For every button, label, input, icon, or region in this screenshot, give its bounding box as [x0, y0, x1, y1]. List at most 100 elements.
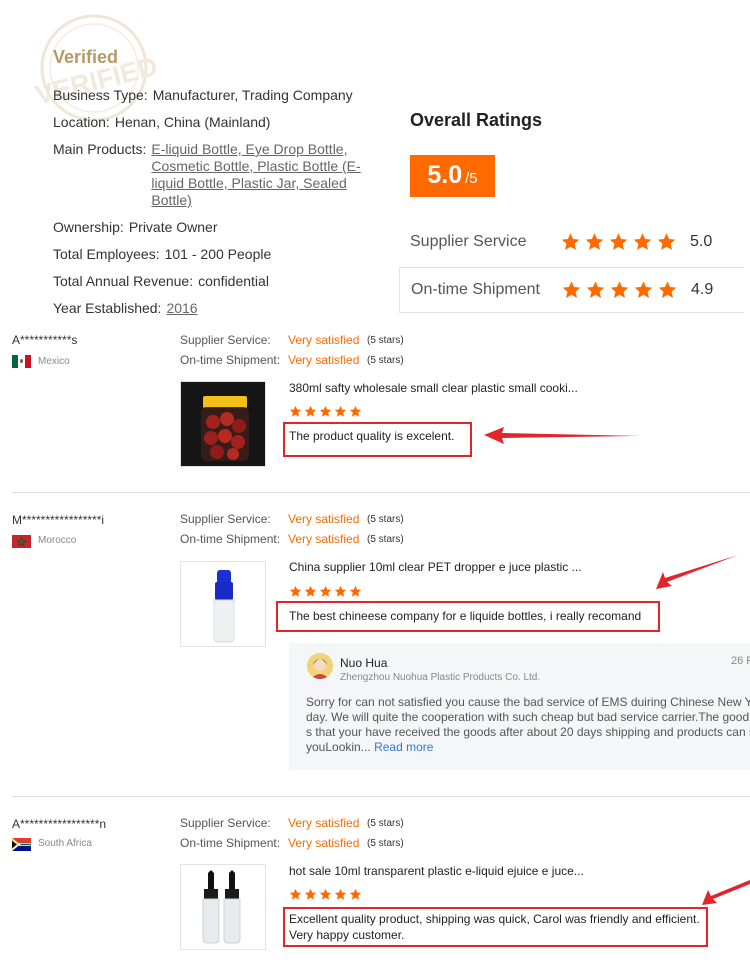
south-africa-flag-icon	[12, 838, 31, 851]
star-icon	[334, 585, 347, 598]
star-icon	[319, 585, 332, 598]
read-more-link[interactable]: Read more	[374, 740, 433, 754]
morocco-flag-icon	[12, 535, 31, 548]
star-icon	[304, 405, 317, 418]
ownership-row: Ownership: Private Owner	[53, 219, 218, 236]
rating-stars	[561, 280, 678, 300]
employees-row: Total Employees: 101 - 200 People	[53, 246, 271, 263]
product-link[interactable]: E-liquid Bottle,	[151, 141, 241, 157]
product-title-link[interactable]: China supplier 10ml clear PET dropper e …	[289, 560, 582, 574]
location-row: Location: Henan, China (Mainland)	[53, 114, 270, 131]
business-type-row: Business Type: Manufacturer, Trading Com…	[53, 87, 353, 104]
supplier-service-value: Very satisfied	[288, 333, 360, 347]
shipment-label: On-time Shipment:	[180, 836, 281, 850]
mexico-flag-icon	[12, 355, 31, 368]
product-thumbnail[interactable]	[180, 561, 266, 647]
product-thumbnail[interactable]	[180, 381, 266, 467]
shipment-label: On-time Shipment:	[180, 353, 281, 367]
reply-date: 26 F	[731, 655, 750, 667]
star-icon	[304, 888, 317, 901]
supplier-service-label: Supplier Service:	[180, 816, 271, 830]
arrow-icon	[702, 880, 750, 905]
star-icon	[289, 585, 302, 598]
review-comment: The product quality is excelent.	[289, 429, 455, 443]
rating-row-supplier-service: Supplier Service 5.0	[399, 219, 744, 265]
star-icon	[608, 232, 629, 252]
product-title-link[interactable]: hot sale 10ml transparent plastic e-liqu…	[289, 864, 584, 878]
shipment-stars: (5 stars)	[367, 355, 404, 366]
star-icon	[304, 585, 317, 598]
overall-score-max: /5	[465, 170, 478, 187]
product-thumbnail[interactable]	[180, 864, 266, 950]
supplier-service-label: Supplier Service:	[180, 512, 271, 526]
established-label: Year Established:	[53, 300, 162, 316]
star-icon	[319, 405, 332, 418]
overall-score: 5.0	[427, 161, 463, 189]
reply-company: Zhengzhou Nuohua Plastic Products Co. Lt…	[340, 672, 541, 683]
location-label: Location:	[53, 114, 110, 130]
supplier-service-stars: (5 stars)	[367, 818, 404, 829]
reply-body: Sorry for can not satisfied you cause th…	[306, 695, 750, 754]
shipment-label: On-time Shipment:	[180, 532, 281, 546]
star-icon	[585, 280, 606, 300]
review-stars	[289, 585, 362, 598]
established-row: Year Established: 2016	[53, 300, 198, 317]
rating-label: Supplier Service	[410, 233, 527, 250]
buyer-country: Mexico	[38, 356, 70, 367]
review-comment: Excellent quality product, shipping was …	[289, 911, 700, 943]
star-icon	[349, 405, 362, 418]
arrow-icon	[484, 427, 640, 444]
supplier-service-label: Supplier Service:	[180, 333, 271, 347]
reply-text: Sorry for can not satisfied you cause th…	[306, 695, 750, 755]
revenue-value: confidential	[198, 273, 269, 289]
review-divider	[12, 796, 750, 797]
rating-stars	[560, 232, 677, 252]
star-icon	[561, 280, 582, 300]
shipment-stars: (5 stars)	[367, 838, 404, 849]
star-icon	[349, 888, 362, 901]
verified-watermark: VERIFIED	[27, 12, 162, 124]
buyer-country: Morocco	[38, 535, 77, 546]
star-icon	[349, 585, 362, 598]
supplier-service-stars: (5 stars)	[367, 335, 404, 346]
buyer-name: M*****************i	[12, 513, 105, 527]
star-icon	[334, 888, 347, 901]
star-icon	[560, 232, 581, 252]
product-link[interactable]: Cosmetic Bottle,	[151, 158, 253, 174]
business-type-label: Business Type:	[53, 87, 148, 103]
star-icon	[632, 232, 653, 252]
ownership-label: Ownership:	[53, 219, 124, 235]
employees-label: Total Employees:	[53, 246, 160, 262]
revenue-label: Total Annual Revenue:	[53, 273, 194, 289]
star-icon	[656, 232, 677, 252]
review-stars	[289, 405, 362, 418]
verified-title: Verified	[53, 47, 119, 67]
supplier-service-value: Very satisfied	[288, 512, 360, 526]
star-icon	[584, 232, 605, 252]
main-products-row: Main Products: E-liquid Bottle, Eye Drop…	[53, 141, 366, 209]
comment-line: Very happy customer.	[289, 928, 405, 942]
overall-score-badge: 5.0 /5	[410, 155, 495, 197]
main-products-links: E-liquid Bottle, Eye Drop Bottle, Cosmet…	[151, 141, 366, 209]
rating-label: On-time Shipment	[411, 281, 540, 298]
star-icon	[657, 280, 678, 300]
product-title-link[interactable]: 380ml safty wholesale small clear plasti…	[289, 381, 578, 395]
product-link[interactable]: Plastic Jar,	[232, 175, 300, 191]
location-value: Henan, China (Mainland)	[114, 114, 271, 130]
reply-author: Nuo Hua	[340, 656, 388, 670]
established-link[interactable]: 2016	[166, 300, 197, 317]
star-icon	[289, 405, 302, 418]
business-type-value: Manufacturer, Trading Company	[152, 87, 353, 103]
shipment-value: Very satisfied	[288, 532, 360, 546]
review-divider	[12, 492, 750, 493]
star-icon	[319, 888, 332, 901]
star-icon	[609, 280, 630, 300]
buyer-name: A***********s	[12, 333, 78, 347]
arrow-icon	[656, 555, 738, 589]
review-comment: The best chineese company for e liquide …	[289, 609, 642, 623]
supplier-service-value: Very satisfied	[288, 816, 360, 830]
ownership-value: Private Owner	[128, 219, 218, 235]
product-link[interactable]: Eye Drop Bottle,	[246, 141, 348, 157]
overall-ratings-title: Overall Ratings	[410, 110, 543, 130]
review-stars	[289, 888, 362, 901]
